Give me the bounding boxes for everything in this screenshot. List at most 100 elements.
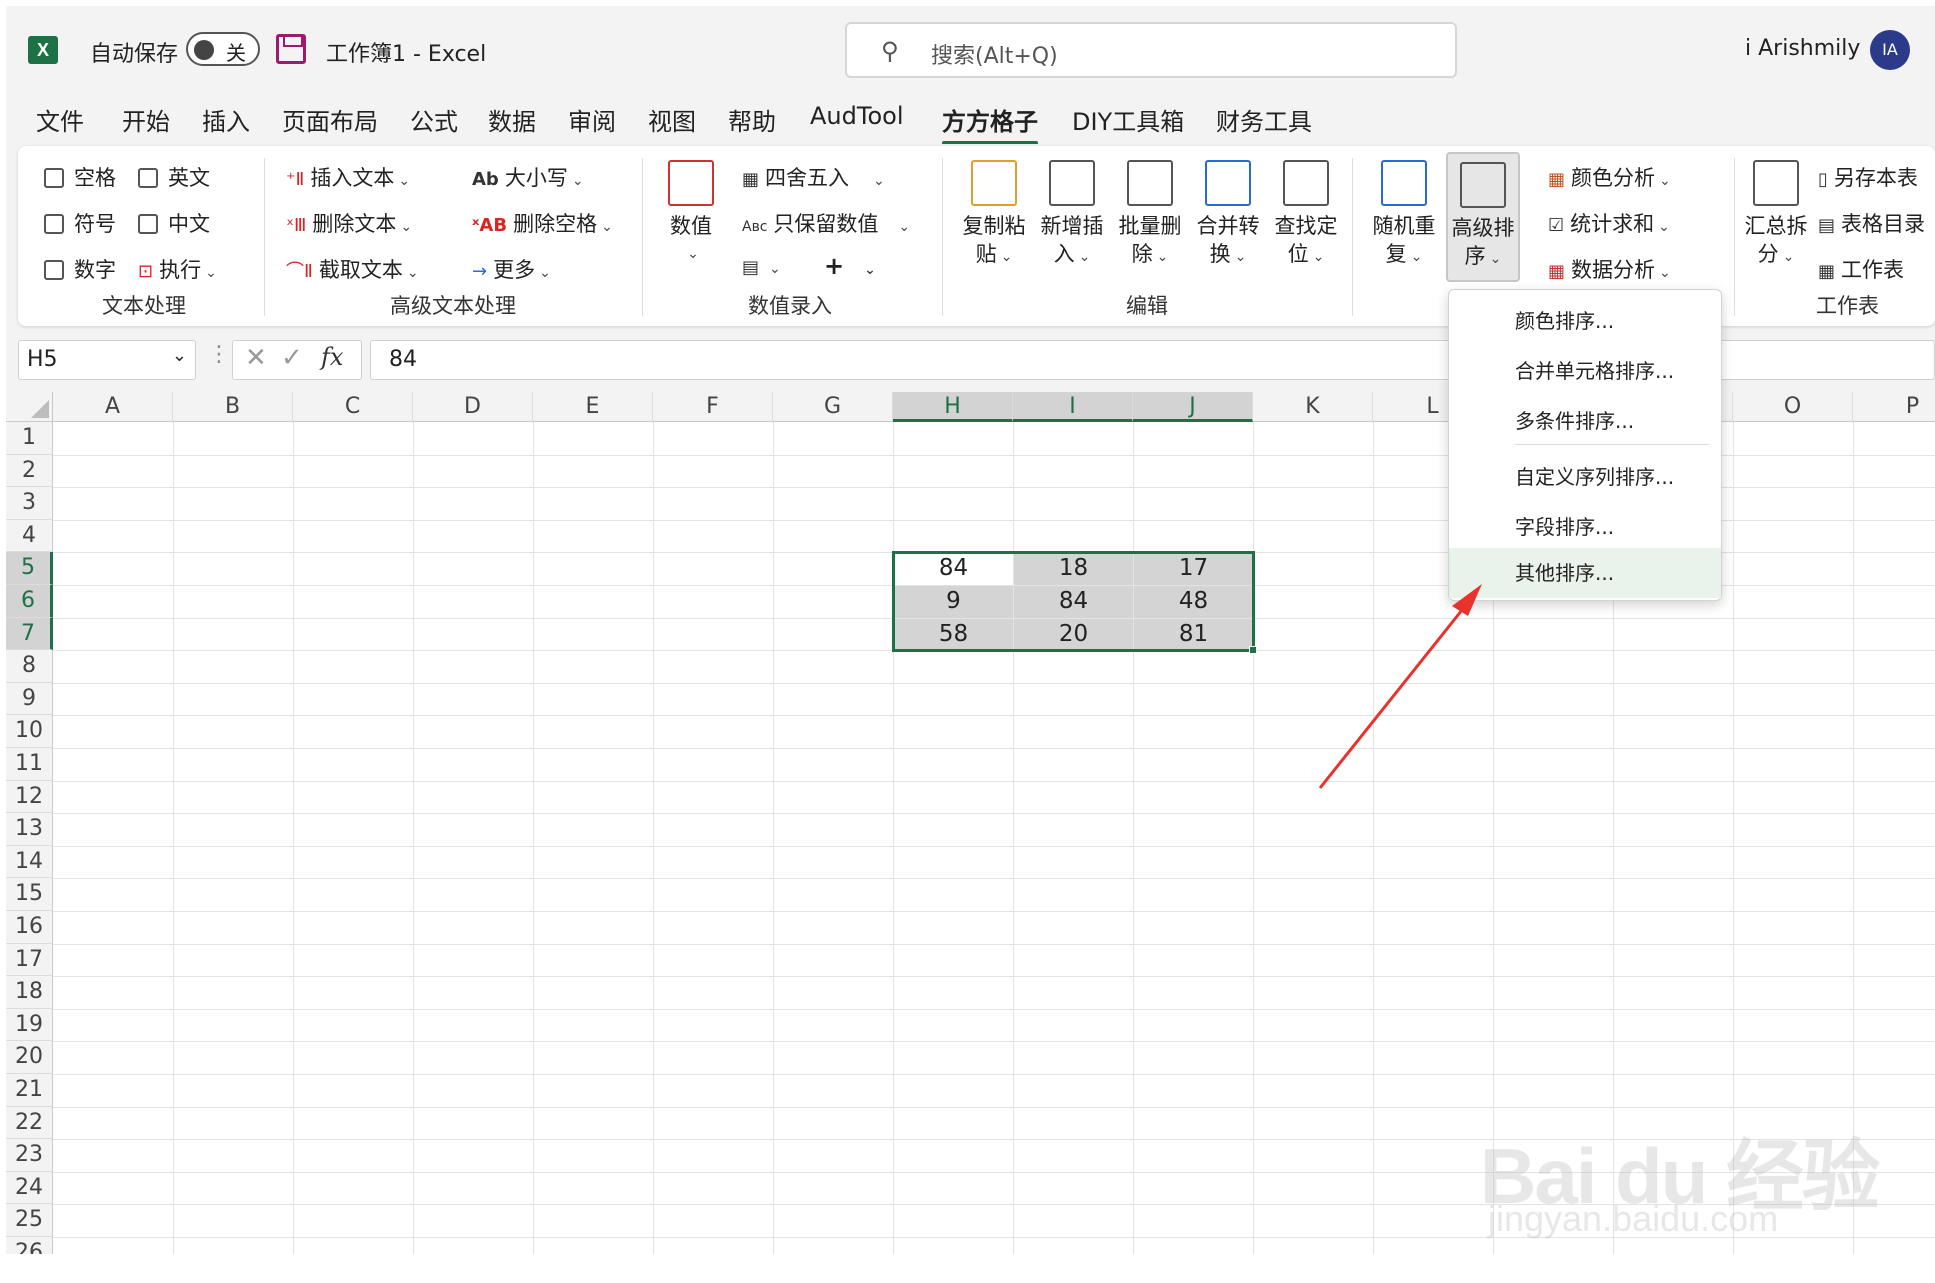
- sheet-index-button[interactable]: ▤ 表格目录: [1818, 208, 1925, 238]
- column-header-d[interactable]: D: [413, 392, 533, 422]
- fill-handle[interactable]: [1249, 646, 1257, 655]
- delete-space-button[interactable]: ˣAB 删除空格 ⌄: [472, 208, 613, 238]
- row-header-6[interactable]: 6: [6, 585, 53, 618]
- keep-value-button[interactable]: Aʙᴄ 只保留数值 ⌄: [742, 208, 910, 238]
- tab-page-layout[interactable]: 页面布局: [282, 102, 378, 137]
- row-header-13[interactable]: 13: [6, 813, 53, 846]
- column-header-c[interactable]: C: [293, 392, 413, 422]
- row-header-14[interactable]: 14: [6, 845, 53, 879]
- menu-item-merged-cell-sort[interactable]: 合并单元格排序...: [1449, 346, 1721, 396]
- menu-item-color-sort[interactable]: 颜色排序...: [1449, 296, 1721, 346]
- column-header-e[interactable]: E: [533, 392, 653, 422]
- checkbox-chinese[interactable]: 中文: [138, 208, 210, 238]
- advanced-sort-button[interactable]: 高级排 序 ⌄: [1446, 152, 1520, 282]
- column-header-p[interactable]: P: [1853, 392, 1935, 422]
- summary-split-button[interactable]: 汇总拆 分 ⌄: [1740, 160, 1812, 271]
- data-analysis-button[interactable]: ▦ 数据分析 ⌄: [1548, 254, 1671, 284]
- autosave-toggle[interactable]: 关: [186, 32, 260, 66]
- tab-finance[interactable]: 财务工具: [1216, 102, 1312, 137]
- row-header-4[interactable]: 4: [6, 519, 53, 553]
- row-header-24[interactable]: 24: [6, 1171, 53, 1205]
- round-button[interactable]: ▦ 四舍五入 ⌄: [742, 162, 885, 192]
- merge-convert-button[interactable]: 合并转 换 ⌄: [1192, 160, 1264, 271]
- menu-item-field-sort[interactable]: 字段排序...: [1449, 502, 1721, 552]
- worksheet-button[interactable]: ▦ 工作表: [1818, 254, 1904, 284]
- save-sheet-button[interactable]: ▯ 另存本表: [1818, 162, 1918, 192]
- chevron-down-icon[interactable]: ⌄: [172, 345, 187, 366]
- column-header-b[interactable]: B: [173, 392, 293, 422]
- row-header-19[interactable]: 19: [6, 1008, 53, 1042]
- stat-sum-button[interactable]: ☑ 统计求和 ⌄: [1548, 208, 1670, 238]
- column-header-o[interactable]: O: [1733, 392, 1853, 422]
- row-header-2[interactable]: 2: [6, 454, 53, 488]
- row-header-22[interactable]: 22: [6, 1106, 53, 1140]
- row-header-12[interactable]: 12: [6, 780, 53, 814]
- row-header-16[interactable]: 16: [6, 911, 53, 944]
- row-header-9[interactable]: 9: [6, 682, 53, 716]
- plus-button[interactable]: + ⌄: [824, 252, 876, 280]
- menu-item-custom-sequence-sort[interactable]: 自定义序列排序...: [1449, 452, 1721, 502]
- fx-icon[interactable]: fx: [321, 343, 343, 371]
- tab-data[interactable]: 数据: [488, 102, 536, 137]
- row-header-1[interactable]: 1: [6, 422, 53, 455]
- tab-diy-toolbox[interactable]: DIY工具箱: [1072, 102, 1184, 137]
- confirm-icon[interactable]: ✓: [281, 343, 303, 373]
- insert-text-button[interactable]: ⁺Ⅱ 插入文本 ⌄: [286, 162, 410, 192]
- checkbox-symbol[interactable]: 符号: [44, 208, 116, 238]
- row-header-17[interactable]: 17: [6, 943, 53, 977]
- row-header-15[interactable]: 15: [6, 878, 53, 911]
- tab-insert[interactable]: 插入: [202, 102, 250, 137]
- execute-button[interactable]: ⊡ 执行 ⌄: [138, 254, 217, 284]
- copy-paste-button[interactable]: 复制粘 贴 ⌄: [958, 160, 1030, 271]
- row-header-10[interactable]: 10: [6, 715, 53, 748]
- name-box[interactable]: H5 ⌄: [18, 340, 196, 380]
- tab-view[interactable]: 视图: [648, 102, 696, 137]
- avatar[interactable]: IA: [1870, 30, 1910, 70]
- row-header-21[interactable]: 21: [6, 1074, 53, 1107]
- more-options-icon[interactable]: ⋮: [208, 342, 230, 367]
- row-header-5[interactable]: 5: [6, 552, 53, 585]
- row-header-11[interactable]: 11: [6, 748, 53, 781]
- extract-text-button[interactable]: ⌒Ⅱ 截取文本 ⌄: [286, 254, 419, 284]
- batch-delete-button[interactable]: 批量删 除 ⌄: [1114, 160, 1186, 271]
- tab-fangfang[interactable]: 方方格子: [942, 102, 1038, 145]
- tab-review[interactable]: 审阅: [568, 102, 616, 137]
- row-header-8[interactable]: 8: [6, 650, 53, 683]
- row-header-7[interactable]: 7: [6, 617, 53, 651]
- user-name[interactable]: i Arishmily: [1745, 36, 1860, 61]
- tab-home[interactable]: 开始: [122, 102, 170, 137]
- column-header-g[interactable]: G: [773, 392, 893, 422]
- column-header-j[interactable]: J: [1133, 392, 1253, 422]
- checkbox-english[interactable]: 英文: [138, 162, 210, 192]
- row-header-25[interactable]: 25: [6, 1204, 53, 1237]
- column-header-h[interactable]: H: [893, 392, 1013, 422]
- color-analysis-button[interactable]: ▦ 颜色分析 ⌄: [1548, 162, 1671, 192]
- tab-formulas[interactable]: 公式: [410, 102, 458, 137]
- checkbox-number[interactable]: 数字: [44, 254, 116, 284]
- column-header-i[interactable]: I: [1013, 392, 1133, 422]
- add-insert-button[interactable]: 新增插 入 ⌄: [1036, 160, 1108, 271]
- column-header-f[interactable]: F: [653, 392, 773, 422]
- row-header-18[interactable]: 18: [6, 976, 53, 1009]
- menu-item-multi-condition-sort[interactable]: 多条件排序...: [1449, 396, 1721, 446]
- tab-audtool[interactable]: AudTool: [810, 102, 903, 130]
- tab-help[interactable]: 帮助: [728, 102, 776, 137]
- delete-text-button[interactable]: ˣⅢ 删除文本 ⌄: [286, 208, 412, 238]
- column-header-a[interactable]: A: [53, 392, 173, 422]
- row-header-3[interactable]: 3: [6, 487, 53, 520]
- more-button[interactable]: → 更多 ⌄: [472, 254, 551, 284]
- row-header-20[interactable]: 20: [6, 1041, 53, 1074]
- column-header-k[interactable]: K: [1253, 392, 1373, 422]
- save-icon[interactable]: [276, 34, 306, 64]
- edit-table-button[interactable]: ▤ ⌄: [742, 254, 781, 278]
- menu-item-other-sort[interactable]: 其他排序...: [1449, 548, 1721, 598]
- row-header-23[interactable]: 23: [6, 1139, 53, 1172]
- search-box[interactable]: ⚲ 搜索(Alt+Q): [845, 22, 1457, 78]
- checkbox-space[interactable]: 空格: [44, 162, 116, 192]
- cancel-icon[interactable]: ✕: [245, 343, 267, 373]
- select-all-corner[interactable]: [6, 392, 53, 422]
- random-repeat-button[interactable]: 随机重 复 ⌄: [1368, 160, 1440, 271]
- value-button[interactable]: 数值 ⌄: [660, 160, 722, 268]
- case-button[interactable]: Ab 大小写 ⌄: [472, 162, 584, 192]
- row-header-26[interactable]: 26: [6, 1237, 53, 1254]
